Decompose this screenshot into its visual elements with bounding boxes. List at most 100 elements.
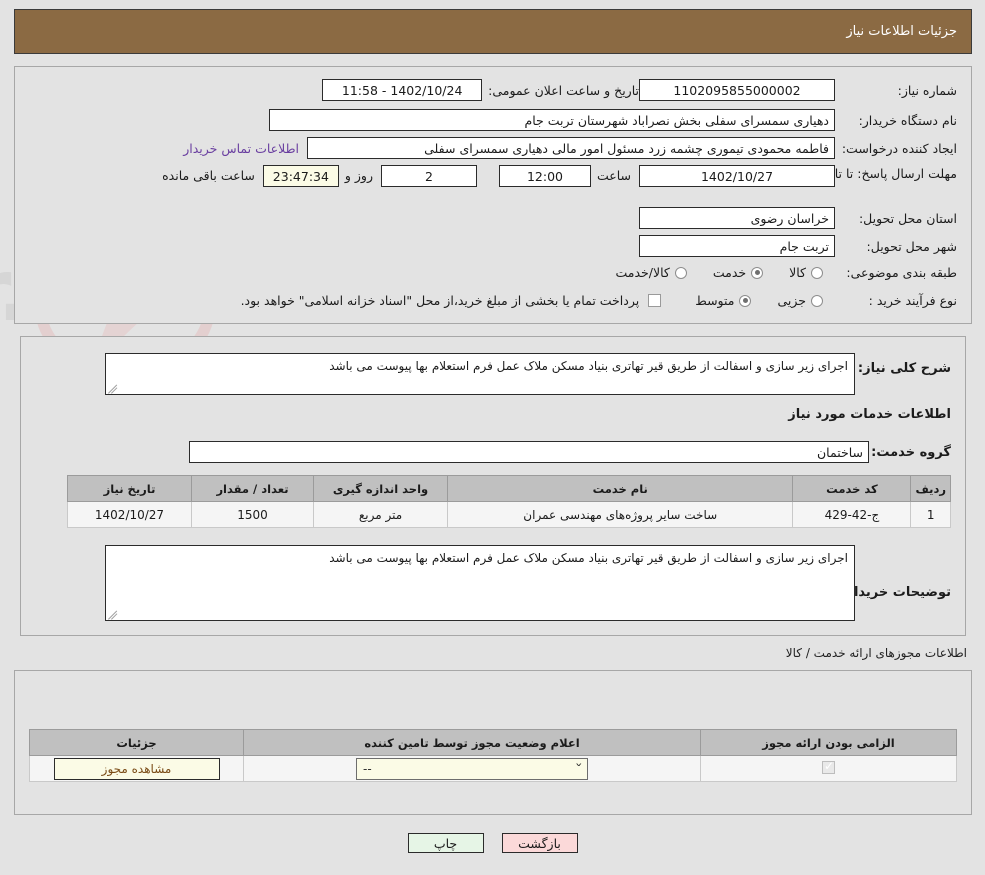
category-option-kala[interactable]: کالا [789,265,823,280]
buyer-notes-label: توضیحات خریدار: [841,585,951,600]
announce-datetime-value: 1402/10/24 - 11:58 [322,79,483,101]
th-radif: ردیف [910,475,951,502]
cell-radif: 1 [910,501,951,528]
print-button[interactable]: چاپ [407,833,484,853]
process-row: نوع فرآیند خرید : جزیی متوسط پرداخت تمام… [241,293,957,308]
th-name: نام خدمت [446,475,794,502]
buyer-org-row: نام دستگاه خریدار: دهیاری سمسرای سفلی بخ… [269,109,957,131]
service-group-label: گروه خدمت: [871,445,951,460]
buyer-notes-textarea[interactable]: اجرای زیر سازی و اسفالت از طریق قیر تهات… [105,545,855,621]
category-option-khedmat[interactable]: خدمت [712,265,764,280]
deadline-time-label: ساعت [596,168,631,183]
general-desc-label: شرح کلی نیاز: [857,361,951,376]
th-permit-required: الزامی بودن ارائه مجوز [700,729,957,756]
services-table-header-row: ردیف کد خدمت نام خدمت واحد اندازه گیری ت… [67,475,951,502]
radio-icon-jozii[interactable] [811,294,823,307]
checkbox-icon-treasury[interactable] [648,294,662,307]
cell-unit: متر مربع [313,501,448,528]
radio-icon-khedmat[interactable] [751,266,764,279]
requester-row: ایجاد کننده درخواست: فاطمه محمودی تیموری… [183,137,957,159]
city-value: تربت جام [639,235,835,257]
category-option-kala-khedmat[interactable]: کالا/خدمت [615,265,687,280]
need-number-row: شماره نیاز: 1102095855000002 [639,79,957,101]
view-permit-button[interactable]: مشاهده مجوز [53,757,220,780]
category-option-khedmat-label: خدمت [712,265,747,280]
checkbox-icon-permit-required [822,759,835,774]
category-row: طبقه بندی موضوعی: کالا خدمت کالا/خدمت [615,265,957,280]
cell-need-date: 1402/10/27 [67,501,192,528]
page-title: جزئیات اطلاعات نیاز [846,24,957,39]
table-row: ˅ -- مشاهده مجوز [29,755,957,782]
province-row: استان محل تحویل: خراسان رضوی [639,207,957,229]
th-code: کد خدمت [792,475,912,502]
footer-actions: بازگشت چاپ [0,833,985,853]
need-summary-panel: شماره نیاز: 1102095855000002 تاریخ و ساع… [14,66,972,324]
countdown-suffix-label: ساعت باقی مانده [162,168,255,183]
th-quantity: تعداد / مقدار [191,475,314,502]
process-option-motevaset[interactable]: متوسط [695,293,752,308]
countdown-timer: 23:47:34 [262,165,339,187]
chevron-down-icon: ˅ [574,762,583,775]
back-button[interactable]: بازگشت [501,833,578,853]
table-row: 1 ج-42-429 ساخت سایر پروژه‌های مهندسی عم… [67,501,951,528]
th-permit-details: جزئیات [29,729,244,756]
page-root: AnaTender.neT جزئیات اطلاعات نیاز شماره … [0,0,985,875]
province-label: استان محل تحویل: [858,210,957,226]
requester-label: ایجاد کننده درخواست: [841,140,957,156]
days-label: روز و [344,168,373,183]
process-option-jozii[interactable]: جزیی [777,293,823,308]
radio-icon-kala-khedmat[interactable] [674,266,687,279]
category-option-kala-label: کالا [789,265,806,280]
need-number-label: شماره نیاز: [897,82,957,98]
deadline-time-value: 12:00 [498,165,591,187]
cell-permit-status: ˅ -- [243,755,701,782]
category-option-kala-khedmat-label: کالا/خدمت [615,265,670,280]
buyer-contact-link[interactable]: اطلاعات تماس خریدار [183,141,299,156]
need-number-value: 1102095855000002 [639,79,835,101]
province-value: خراسان رضوی [639,207,835,229]
announce-datetime-row: تاریخ و ساعت اعلان عمومی: 1402/10/24 - 1… [322,79,639,101]
services-heading: اطلاعات خدمات مورد نیاز [788,407,951,422]
page-header: جزئیات اطلاعات نیاز [14,9,972,54]
city-label: شهر محل تحویل: [866,238,957,254]
process-label: نوع فرآیند خرید : [868,293,957,308]
process-option-jozii-label: جزیی [777,293,806,308]
th-unit: واحد اندازه گیری [313,475,448,502]
treasury-bonds-option[interactable]: پرداخت تمام یا بخشی از مبلغ خرید،از محل … [241,293,662,308]
deadline-label: مهلت ارسال پاسخ: تا تاریخ: [812,166,957,181]
buyer-org-label: نام دستگاه خریدار: [858,112,957,128]
cell-code: ج-42-429 [792,501,912,528]
general-desc-textarea[interactable]: اجرای زیر سازی و اسفالت از طریق قیر تهات… [105,353,855,395]
deadline-date-value: 1402/10/27 [639,165,835,187]
resize-grip-icon-notes[interactable] [108,609,118,620]
th-permit-status: اعلام وضعیت مجوز توسط تامین کننده [243,729,701,756]
permit-status-value: -- [363,761,372,776]
permits-table: الزامی بودن ارائه مجوز اعلام وضعیت مجوز … [29,729,957,782]
city-row: شهر محل تحویل: تربت جام [639,235,957,257]
treasury-bonds-text: پرداخت تمام یا بخشی از مبلغ خرید،از محل … [240,293,640,308]
permits-heading: اطلاعات مجوزهای ارائه خدمت / کالا [785,646,967,660]
general-desc-text: اجرای زیر سازی و اسفالت از طریق قیر تهات… [329,359,848,373]
service-details-panel: شرح کلی نیاز: اجرای زیر سازی و اسفالت از… [20,336,966,636]
buyer-org-value: دهیاری سمسرای سفلی بخش نصراباد شهرستان ت… [269,109,835,131]
radio-icon-kala[interactable] [811,266,823,279]
radio-icon-motevaset[interactable] [739,294,752,307]
days-remaining-value: 2 [380,165,477,187]
requester-value: فاطمه محمودی تیموری چشمه زرد مسئول امور … [307,137,835,159]
cell-quantity: 1500 [191,501,314,528]
th-need-date: تاریخ نیاز [67,475,192,502]
permits-panel: الزامی بودن ارائه مجوز اعلام وضعیت مجوز … [14,670,972,815]
cell-permit-details: مشاهده مجوز [29,755,244,782]
service-group-value: ساختمان [189,441,869,463]
resize-grip-icon[interactable] [108,383,118,394]
buyer-notes-text: اجرای زیر سازی و اسفالت از طریق قیر تهات… [329,551,848,565]
cell-name: ساخت سایر پروژه‌های مهندسی عمران [446,501,794,528]
deadline-row: مهلت ارسال پاسخ: تا تاریخ: 1402/10/27 سا… [162,165,957,187]
announce-datetime-label: تاریخ و ساعت اعلان عمومی: [488,82,639,98]
services-table: ردیف کد خدمت نام خدمت واحد اندازه گیری ت… [67,475,951,528]
permits-table-header-row: الزامی بودن ارائه مجوز اعلام وضعیت مجوز … [29,729,957,756]
cell-permit-required [700,755,957,782]
category-label: طبقه بندی موضوعی: [846,265,957,280]
process-option-motevaset-label: متوسط [695,293,735,308]
permit-status-select[interactable]: ˅ -- [356,757,588,780]
